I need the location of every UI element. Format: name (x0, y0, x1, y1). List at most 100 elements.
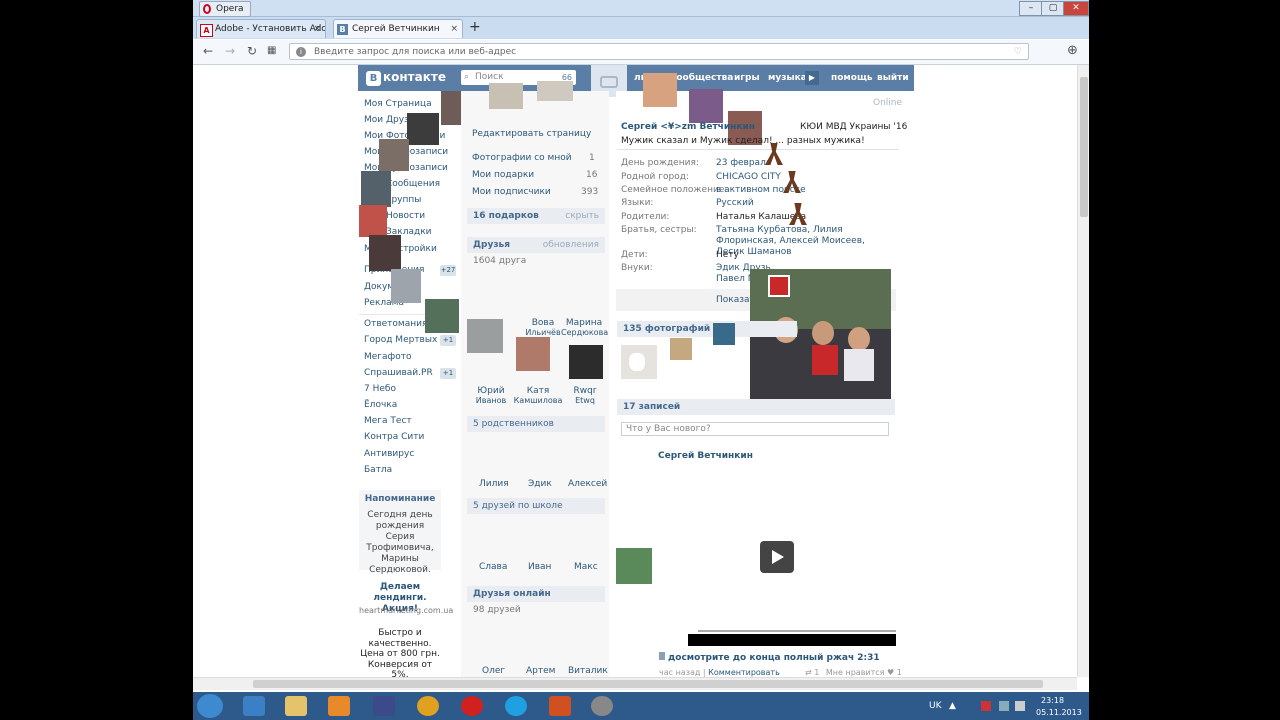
online-friends-header[interactable]: Друзья онлайн (467, 586, 605, 602)
field-value[interactable]: Русский (716, 198, 754, 208)
profile-school[interactable]: КЮИ МВД Украины '16 (800, 122, 907, 132)
friends-header[interactable]: Друзья обновления (467, 237, 605, 253)
friend-first-name[interactable]: Катя (515, 386, 561, 396)
save-app-icon[interactable] (373, 696, 395, 716)
media-player-icon[interactable] (328, 696, 350, 716)
friend-avatar[interactable] (569, 345, 603, 379)
app-item[interactable]: Спрашивай.PR (364, 368, 433, 378)
relative-name[interactable]: Лилия (479, 479, 509, 489)
play-music-icon[interactable]: ▶ (805, 71, 819, 85)
relative-name[interactable]: Алексей (568, 479, 607, 489)
tab-adobe[interactable]: A Adobe - Установить Adobe × (196, 19, 326, 38)
repost-icon[interactable]: ⇄ (805, 668, 812, 677)
address-bar[interactable]: i Введите запрос для поиска или веб-адре… (289, 43, 1029, 60)
tray-flag-icon[interactable] (981, 701, 991, 711)
friend-first-name[interactable]: Юрий (471, 386, 511, 396)
friend-avatar[interactable] (467, 319, 503, 353)
photo-thumb[interactable] (713, 323, 735, 345)
friend-first-name[interactable]: Марина (563, 318, 605, 328)
menu-logout[interactable]: выйти (877, 73, 909, 83)
left-menu-my-page[interactable]: Моя Страница (364, 99, 432, 109)
tray-volume-icon[interactable] (1015, 701, 1025, 711)
bookmark-heart-icon[interactable]: ♡ (1014, 44, 1022, 61)
tab-vk[interactable]: B Сергей Ветчинкин × (333, 19, 463, 38)
apps-badge[interactable]: +27 (440, 265, 456, 276)
reminder-text[interactable]: Сегодня день рождения Серия Трофимовича,… (363, 510, 437, 576)
app-item[interactable]: Антивирус (364, 449, 414, 459)
online-friend-name[interactable]: Артем (526, 666, 555, 676)
start-button[interactable] (197, 694, 223, 718)
clock-time[interactable]: 23:18 (1041, 696, 1064, 705)
horizontal-scrollbar[interactable] (193, 677, 1077, 690)
friends-updates-link[interactable]: обновления (543, 237, 599, 253)
my-gifts-link[interactable]: Мои подарки (472, 170, 534, 180)
photo-thumb[interactable] (621, 345, 657, 379)
app-badge[interactable]: +1 (440, 368, 456, 379)
back-icon[interactable]: ← (203, 44, 213, 58)
video-title[interactable]: досмотрите до конца полный ржач 2:31 (659, 652, 880, 663)
profile-status[interactable]: Мужик сказал и Мужик сделал! ... разных … (621, 136, 865, 146)
friend-avatar[interactable] (516, 337, 550, 371)
app-item[interactable]: Город Мертвых (364, 335, 437, 345)
menu-help[interactable]: помощь (831, 73, 873, 83)
photos-header[interactable]: 135 фотографий (617, 321, 797, 337)
app-item[interactable]: Мегафото (364, 352, 412, 362)
posts-header[interactable]: 17 записей (617, 399, 895, 415)
field-value[interactable]: в активном поиске (716, 185, 806, 195)
app-item[interactable]: 7 Небо (364, 384, 396, 394)
tray-network-icon[interactable] (999, 701, 1009, 711)
like-icon[interactable]: ♥ (887, 668, 894, 677)
app-item[interactable]: Контра Сити (364, 432, 424, 442)
file-explorer-icon[interactable] (285, 696, 307, 716)
app-item[interactable]: Ответомания (364, 319, 427, 329)
field-value[interactable]: 23 февраля (716, 158, 771, 168)
ad-url[interactable]: heartmarketing.com.ua (359, 606, 453, 615)
friend-last-name[interactable]: Сердюкова (561, 328, 608, 337)
chrome-icon[interactable] (417, 696, 439, 716)
video-progress-track[interactable] (698, 630, 896, 632)
online-friend-name[interactable]: Виталик (568, 666, 608, 676)
friend-last-name[interactable]: Иванов (471, 396, 511, 405)
forward-icon[interactable]: → (225, 44, 235, 58)
field-value[interactable]: CHICAGO CITY (716, 172, 781, 182)
online-friends-count[interactable]: 98 друзей (473, 605, 521, 615)
my-followers-link[interactable]: Мои подписчики (472, 187, 551, 197)
online-friend-name[interactable]: Олег (482, 666, 505, 676)
video-play-button[interactable] (760, 541, 794, 573)
gifts-header[interactable]: 16 подарков скрыть (467, 208, 605, 224)
gifts-hide-link[interactable]: скрыть (565, 208, 599, 224)
friend-last-name[interactable]: Ильичёв (521, 328, 565, 337)
ad-text[interactable]: Быстро и качественно. Цена от 800 грн. К… (359, 628, 441, 677)
group-photo[interactable] (750, 269, 891, 410)
vertical-scrollbar[interactable] (1077, 65, 1089, 677)
language-indicator[interactable]: UK (929, 701, 942, 711)
app-item[interactable]: Мега Тест (364, 416, 412, 426)
close-tab-icon[interactable]: × (313, 20, 321, 38)
school-friend-name[interactable]: Иван (528, 562, 551, 572)
school-friends-header[interactable]: 5 друзей по школе (467, 498, 605, 514)
skype-icon[interactable] (505, 696, 527, 716)
post-author[interactable]: Сергей Ветчинкин (658, 451, 753, 461)
friend-last-name[interactable]: Камшилова (513, 396, 563, 405)
school-friend-name[interactable]: Слава (479, 562, 507, 572)
app-item[interactable]: Батла (364, 465, 392, 475)
school-friend-name[interactable]: Макс (574, 562, 598, 572)
close-window-button[interactable]: ✕ (1063, 1, 1089, 16)
menu-communities[interactable]: сообщества (671, 73, 733, 83)
new-tab-button[interactable]: + (469, 19, 481, 35)
relatives-header[interactable]: 5 родственников (467, 416, 605, 432)
post-author-avatar[interactable] (616, 548, 652, 584)
minimize-button[interactable]: – (1019, 1, 1043, 16)
cd-app-icon[interactable] (591, 696, 613, 716)
tray-arrow-icon[interactable]: ▲ (949, 701, 956, 711)
close-tab-icon[interactable]: × (450, 20, 458, 38)
relative-name[interactable]: Эдик (528, 479, 552, 489)
post-input[interactable]: Что у Вас нового? (621, 422, 889, 436)
friends-count[interactable]: 1604 друга (473, 256, 526, 266)
edit-page-link[interactable]: Редактировать страницу (472, 129, 591, 139)
paint-icon[interactable] (549, 696, 571, 716)
menu-music[interactable]: музыка (768, 73, 807, 83)
friend-first-name[interactable]: Rwqr (565, 386, 605, 396)
reload-icon[interactable]: ↻ (247, 44, 257, 58)
friend-last-name[interactable]: Etwq (565, 396, 605, 405)
